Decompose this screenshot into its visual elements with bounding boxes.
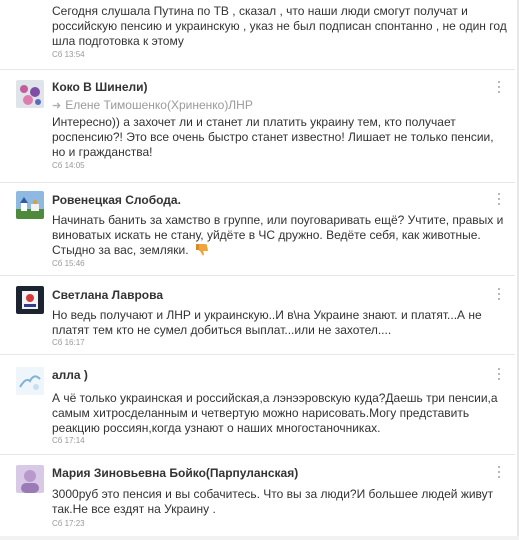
comment-text: Сегодня слушала Путина по ТВ , сказал , … xyxy=(52,4,507,48)
comment-item: Светлана Лаврова Но ведь получают и ЛНР … xyxy=(0,276,515,355)
more-vertical-icon[interactable] xyxy=(497,81,501,93)
arrow-right-icon: ➜ xyxy=(52,100,62,112)
reply-to[interactable]: ➜ Елене Тимошенко(Хриненко)ЛНР xyxy=(52,98,253,112)
comment-time[interactable]: Сб 16:17 xyxy=(52,338,85,347)
avatar[interactable] xyxy=(16,191,44,219)
comments-page: Сегодня слушала Путина по ТВ , сказал , … xyxy=(0,0,519,540)
avatar-image xyxy=(16,286,44,314)
bottom-divider xyxy=(0,536,519,540)
avatar[interactable] xyxy=(16,80,44,108)
comment-author[interactable]: алла ) xyxy=(52,368,88,382)
comment-author[interactable]: Ровенецкая Слобода. xyxy=(52,193,181,207)
reply-to-name: Елене Тимошенко(Хриненко)ЛНР xyxy=(65,98,253,112)
comment-text: Начинать банить за хамство в группе, или… xyxy=(52,213,507,258)
more-vertical-icon[interactable] xyxy=(497,368,501,380)
comment-time[interactable]: Сб 15:46 xyxy=(52,259,85,268)
avatar-image xyxy=(16,80,44,108)
comment-text: А чё только украинская и российская,а лэ… xyxy=(52,391,498,435)
comment-text: Интересно)) а захочет ли и станет ли пла… xyxy=(52,115,494,159)
comment-author[interactable]: Мария Зиновьевна Бойко(Парпуланская) xyxy=(52,466,298,480)
avatar-image xyxy=(16,465,44,493)
comment-item: Ровенецкая Слобода. Начинать банить за х… xyxy=(0,183,515,276)
comment-time[interactable]: Сб 17:23 xyxy=(52,519,85,528)
comment-item: алла ) А чё только украинская и российск… xyxy=(0,355,515,455)
comment-time[interactable]: Сб 13:54 xyxy=(52,50,85,59)
avatar[interactable] xyxy=(16,286,44,314)
more-vertical-icon[interactable] xyxy=(497,288,501,300)
comment-text-content: Начинать банить за хамство в группе, или… xyxy=(52,213,504,257)
comment-author[interactable]: Коко В Шинели) xyxy=(52,80,148,94)
comment-time[interactable]: Сб 14:05 xyxy=(52,161,85,170)
comment-item: Сегодня слушала Путина по ТВ , сказал , … xyxy=(0,0,515,70)
more-vertical-icon[interactable] xyxy=(497,466,501,478)
more-vertical-icon[interactable] xyxy=(497,193,501,205)
comment-author[interactable]: Светлана Лаврова xyxy=(52,288,163,302)
avatar-image xyxy=(16,191,44,219)
comment-text: Но ведь получают и ЛНР и украинскую..И в… xyxy=(52,308,482,337)
avatar[interactable] xyxy=(16,465,44,493)
thumbs-down-icon xyxy=(195,244,208,256)
comment-text: 3000руб это пенсия и вы собачитесь. Что … xyxy=(52,487,494,516)
avatar-image xyxy=(16,367,44,395)
comment-item: Коко В Шинели) ➜ Елене Тимошенко(Хриненко… xyxy=(0,70,515,183)
avatar[interactable] xyxy=(16,367,44,395)
comment-time[interactable]: Сб 17:14 xyxy=(52,436,85,445)
comment-item: Мария Зиновьевна Бойко(Парпуланская) 300… xyxy=(0,455,515,536)
